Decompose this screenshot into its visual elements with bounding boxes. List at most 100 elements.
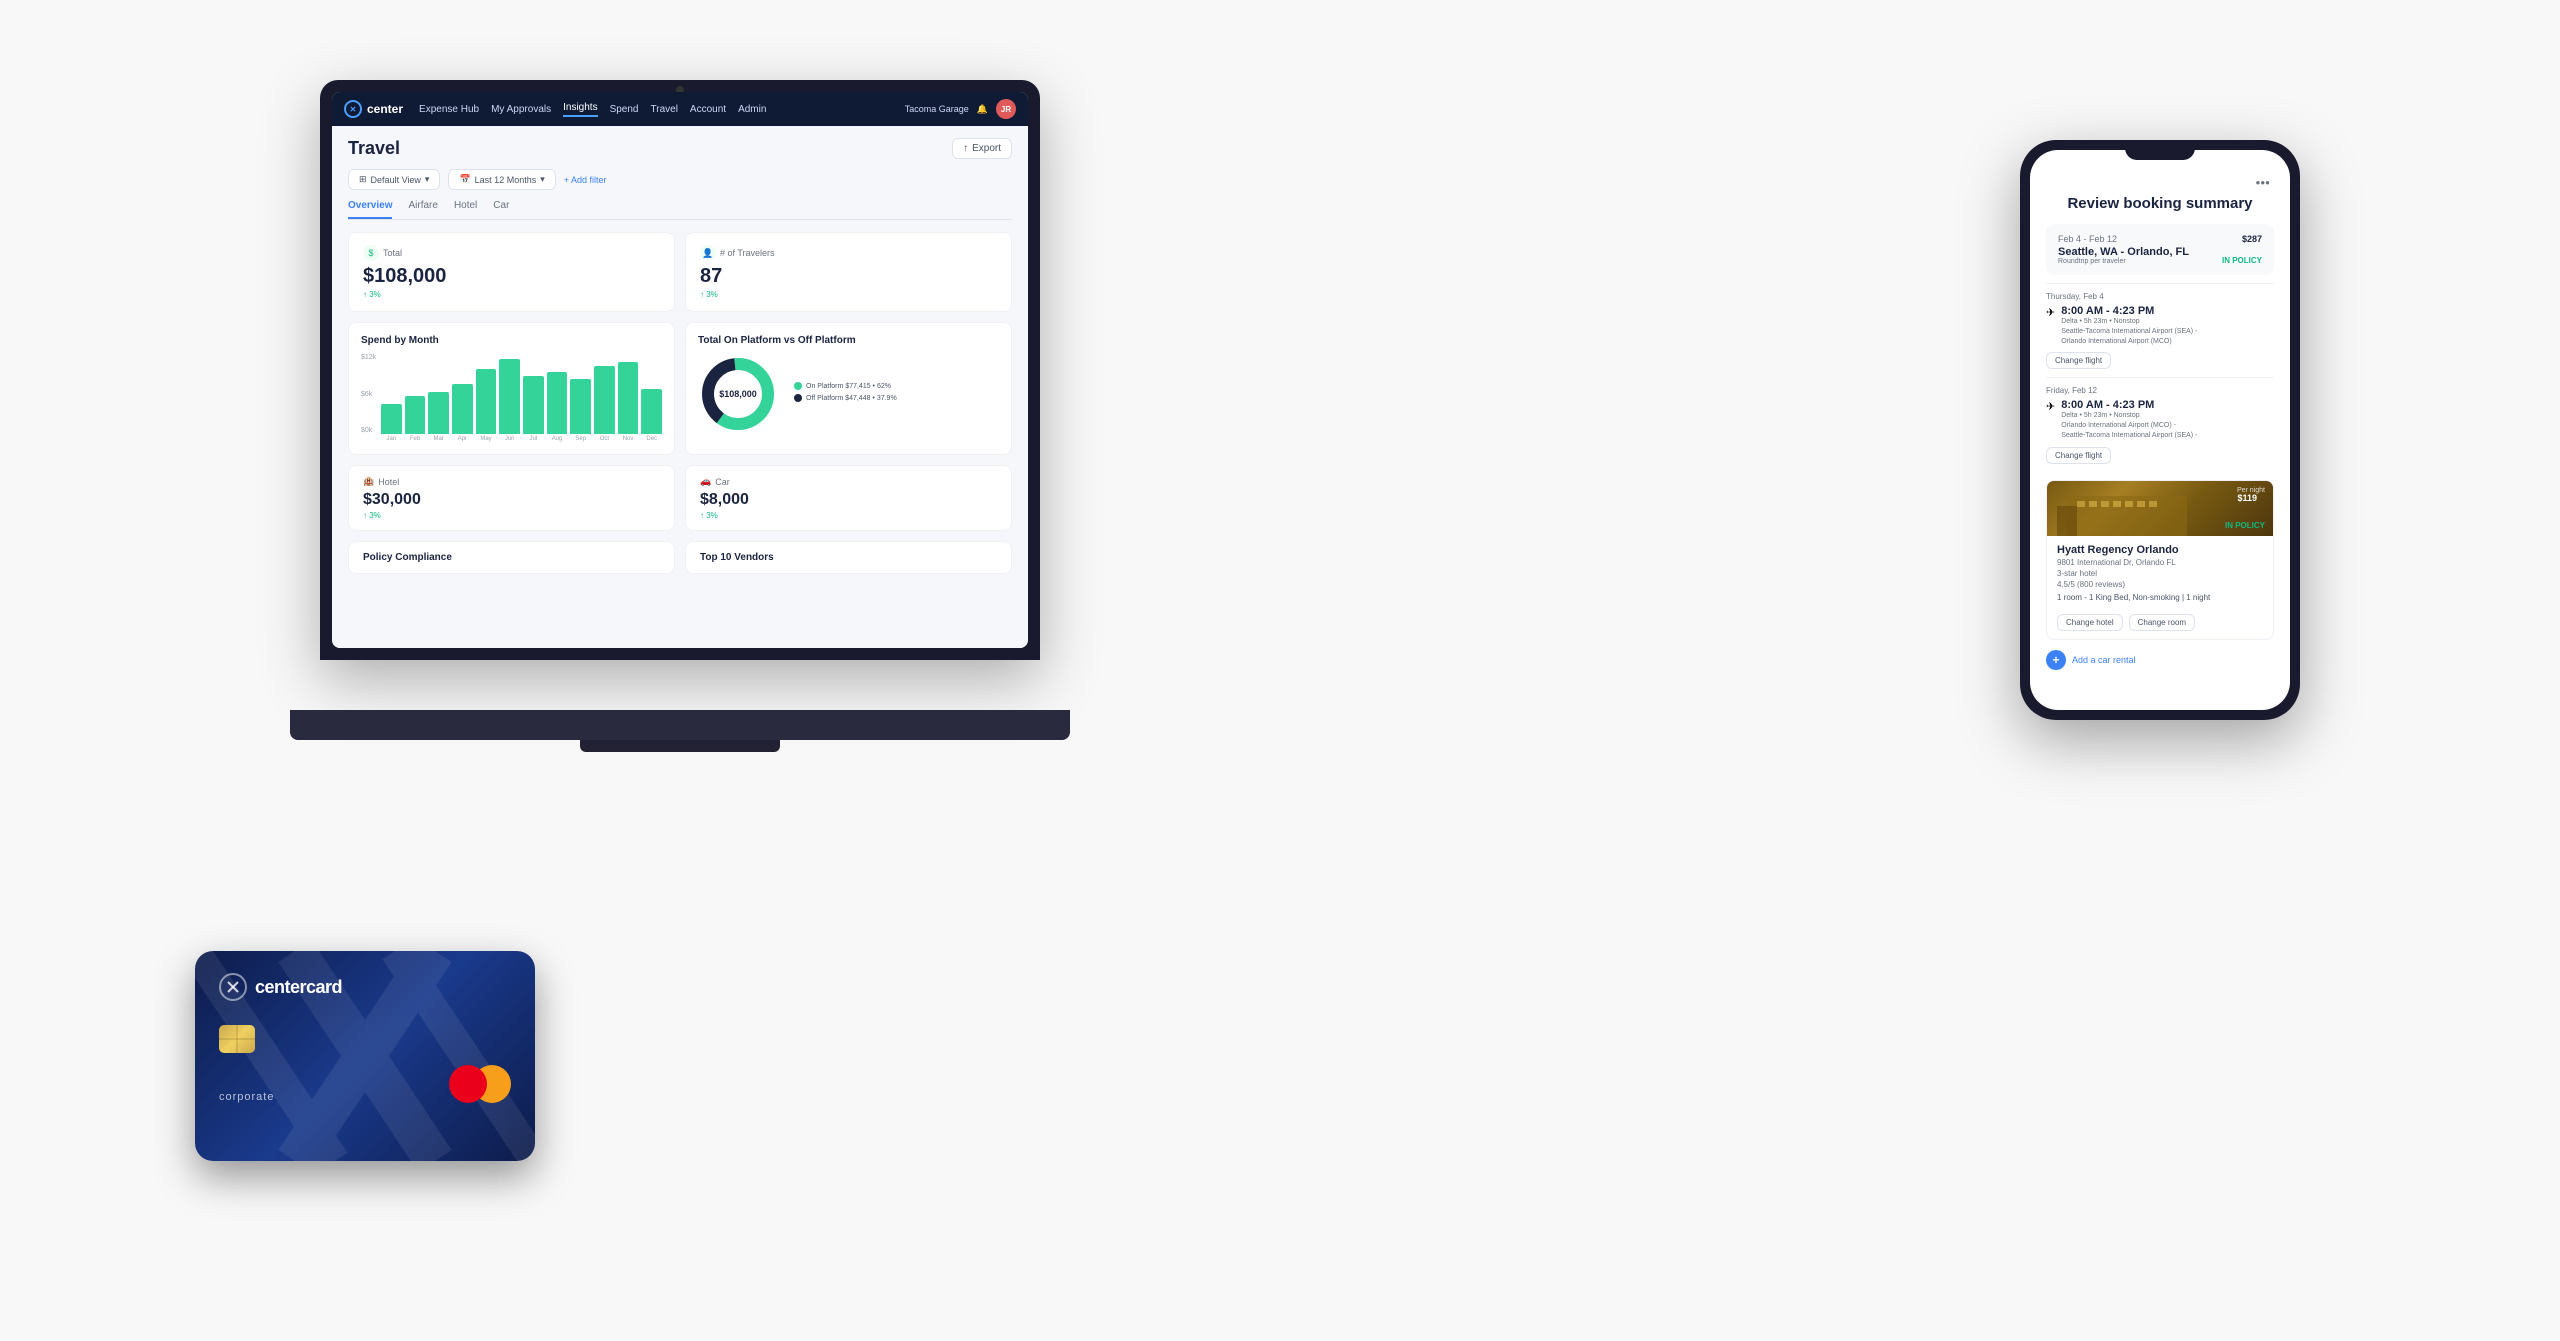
nav-expense-hub[interactable]: Expense Hub bbox=[419, 102, 479, 117]
nav-right: Tacoma Garage 🔔 JR bbox=[905, 99, 1016, 119]
label-apr: Apr bbox=[452, 436, 473, 442]
nav-spend[interactable]: Spend bbox=[610, 102, 639, 117]
add-filter-button[interactable]: + Add filter bbox=[564, 175, 607, 185]
travelers-stat-card: 👤 # of Travelers 87 ↑ 3% bbox=[685, 232, 1012, 312]
phone-notch bbox=[2125, 140, 2195, 160]
nav-my-approvals[interactable]: My Approvals bbox=[491, 102, 551, 117]
route-dates-row: Feb 4 - Feb 12 $287 bbox=[2058, 234, 2262, 244]
bar-jan bbox=[381, 404, 402, 434]
label-sep: Sep bbox=[570, 436, 591, 442]
card-bottom: corporate bbox=[219, 1065, 511, 1103]
flight-item-1: Thursday, Feb 4 ✈ 8:00 AM - 4:23 PM Delt… bbox=[2046, 283, 2274, 377]
status-bar: ●●● bbox=[2046, 178, 2274, 187]
add-car-row[interactable]: + Add a car rental bbox=[2046, 650, 2274, 670]
total-change: ↑ 3% bbox=[363, 290, 660, 299]
tab-overview[interactable]: Overview bbox=[348, 200, 392, 219]
in-policy-badge-flight: IN POLICY bbox=[2222, 256, 2262, 265]
user-avatar[interactable]: JR bbox=[996, 99, 1016, 119]
y-label-top: $12k bbox=[361, 354, 376, 361]
charts-row: Spend by Month $12k $6k $0k bbox=[348, 322, 1012, 455]
top-vendors-card: Top 10 Vendors bbox=[685, 541, 1012, 574]
hotel-icon: 🏨 bbox=[363, 476, 374, 487]
bottom-section: Policy Compliance Top 10 Vendors bbox=[348, 541, 1012, 574]
hotel-address: 9801 International Dr, Orlando FL bbox=[2057, 558, 2263, 567]
change-flight-1-button[interactable]: Change flight bbox=[2046, 352, 2111, 369]
hotel-value: $30,000 bbox=[363, 491, 660, 509]
mc-red-circle bbox=[449, 1065, 487, 1103]
hotel-change: ↑ 3% bbox=[363, 511, 660, 520]
stats-row: $ Total $108,000 ↑ 3% 👤 # of Travelers 8… bbox=[348, 232, 1012, 312]
nav-bar: ✕ center Expense Hub My Approvals Insigh… bbox=[332, 92, 1028, 126]
phone-content: ●●● Review booking summary Feb 4 - Feb 1… bbox=[2030, 150, 2290, 710]
off-platform-value: $47,448 • 37.9% bbox=[845, 395, 897, 402]
label-mar: Mar bbox=[428, 436, 449, 442]
bar-apr bbox=[452, 384, 473, 434]
nav-insights[interactable]: Insights bbox=[563, 102, 597, 117]
nav-items: Expense Hub My Approvals Insights Spend … bbox=[419, 102, 889, 117]
travelers-value: 87 bbox=[700, 265, 997, 288]
workspace-label[interactable]: Tacoma Garage bbox=[905, 104, 969, 114]
default-view-label: Default View bbox=[371, 175, 421, 185]
hotel-price: $119 bbox=[2237, 493, 2257, 503]
car-value: $8,000 bbox=[700, 491, 997, 509]
hotel-stat-card: 🏨 Hotel $30,000 ↑ 3% bbox=[348, 465, 675, 531]
donut-legend: On Platform $77,415 • 62% Off Platform $… bbox=[794, 382, 999, 406]
default-view-filter[interactable]: ⊞ Default View ▾ bbox=[348, 169, 440, 190]
bar-aug bbox=[547, 372, 568, 434]
car-stat-label: 🚗 Car bbox=[700, 476, 997, 487]
change-room-button[interactable]: Change room bbox=[2129, 614, 2195, 631]
flight-2-route-from: Orlando International Airport (MCO) - bbox=[2061, 421, 2197, 431]
donut-center-value: $108,000 bbox=[719, 389, 757, 399]
car-stat-card: 🚗 Car $8,000 ↑ 3% bbox=[685, 465, 1012, 531]
calendar-icon: 📅 bbox=[459, 174, 470, 185]
total-stat-card: $ Total $108,000 ↑ 3% bbox=[348, 232, 675, 312]
y-label-bottom: $0k bbox=[361, 427, 376, 434]
plane-icon-1: ✈ bbox=[2046, 306, 2055, 319]
off-platform-label: Off Platform $47,448 • 37.9% bbox=[806, 395, 897, 402]
nav-logo-text: center bbox=[367, 102, 403, 116]
car-icon: 🚗 bbox=[700, 476, 711, 487]
nav-travel[interactable]: Travel bbox=[651, 102, 678, 117]
label-oct: Oct bbox=[594, 436, 615, 442]
phone-screen: ●●● Review booking summary Feb 4 - Feb 1… bbox=[2030, 150, 2290, 710]
hotel-info: Hyatt Regency Orlando 9801 International… bbox=[2047, 536, 2273, 639]
label-jun: Jun bbox=[499, 436, 520, 442]
tab-car[interactable]: Car bbox=[493, 200, 509, 219]
label-aug: Aug bbox=[547, 436, 568, 442]
on-platform-label: On Platform $77,415 • 62% bbox=[806, 383, 891, 390]
credit-card: centercard corporate bbox=[195, 951, 535, 1161]
chevron-down-icon-2: ▾ bbox=[540, 174, 545, 185]
bell-icon[interactable]: 🔔 bbox=[977, 104, 988, 115]
export-button[interactable]: ↑ Export bbox=[952, 138, 1012, 159]
signal-icon: ●●● bbox=[2256, 178, 2271, 187]
date-filter[interactable]: 📅 Last 12 Months ▾ bbox=[448, 169, 555, 190]
export-icon: ↑ bbox=[963, 143, 968, 154]
flight-1-time: 8:00 AM - 4:23 PM bbox=[2061, 305, 2197, 317]
nav-admin[interactable]: Admin bbox=[738, 102, 766, 117]
hotel-name: Hyatt Regency Orlando bbox=[2057, 544, 2263, 556]
flight-2-date: Friday, Feb 12 bbox=[2046, 386, 2274, 395]
tab-hotel[interactable]: Hotel bbox=[454, 200, 477, 219]
booking-title: Review booking summary bbox=[2046, 195, 2274, 212]
page-header: Travel ↑ Export bbox=[348, 138, 1012, 159]
hotel-image: $119 Per night IN POLICY bbox=[2047, 481, 2273, 536]
dollar-icon: $ bbox=[363, 245, 379, 261]
laptop-screen: ✕ center Expense Hub My Approvals Insigh… bbox=[332, 92, 1028, 648]
change-hotel-button[interactable]: Change hotel bbox=[2057, 614, 2123, 631]
bar-dec bbox=[641, 389, 662, 434]
change-flight-2-button[interactable]: Change flight bbox=[2046, 447, 2111, 464]
bottom-stats: 🏨 Hotel $30,000 ↑ 3% 🚗 Car $8,000 ↑ 3% bbox=[348, 465, 1012, 531]
screen-content: Travel ↑ Export ⊞ Default View ▾ 📅 Last … bbox=[332, 126, 1028, 648]
laptop-body: ✕ center Expense Hub My Approvals Insigh… bbox=[320, 80, 1040, 660]
flight-1-date: Thursday, Feb 4 bbox=[2046, 292, 2274, 301]
y-label-mid: $6k bbox=[361, 391, 376, 398]
credit-card-wrapper: centercard corporate bbox=[195, 951, 535, 1161]
nav-account[interactable]: Account bbox=[690, 102, 726, 117]
car-change: ↑ 3% bbox=[700, 511, 997, 520]
total-value: $108,000 bbox=[363, 265, 660, 288]
label-jul: Jul bbox=[523, 436, 544, 442]
platform-chart-title: Total On Platform vs Off Platform bbox=[698, 335, 999, 346]
label-nov: Nov bbox=[618, 436, 639, 442]
tab-airfare[interactable]: Airfare bbox=[408, 200, 437, 219]
date-filter-label: Last 12 Months bbox=[475, 175, 537, 185]
